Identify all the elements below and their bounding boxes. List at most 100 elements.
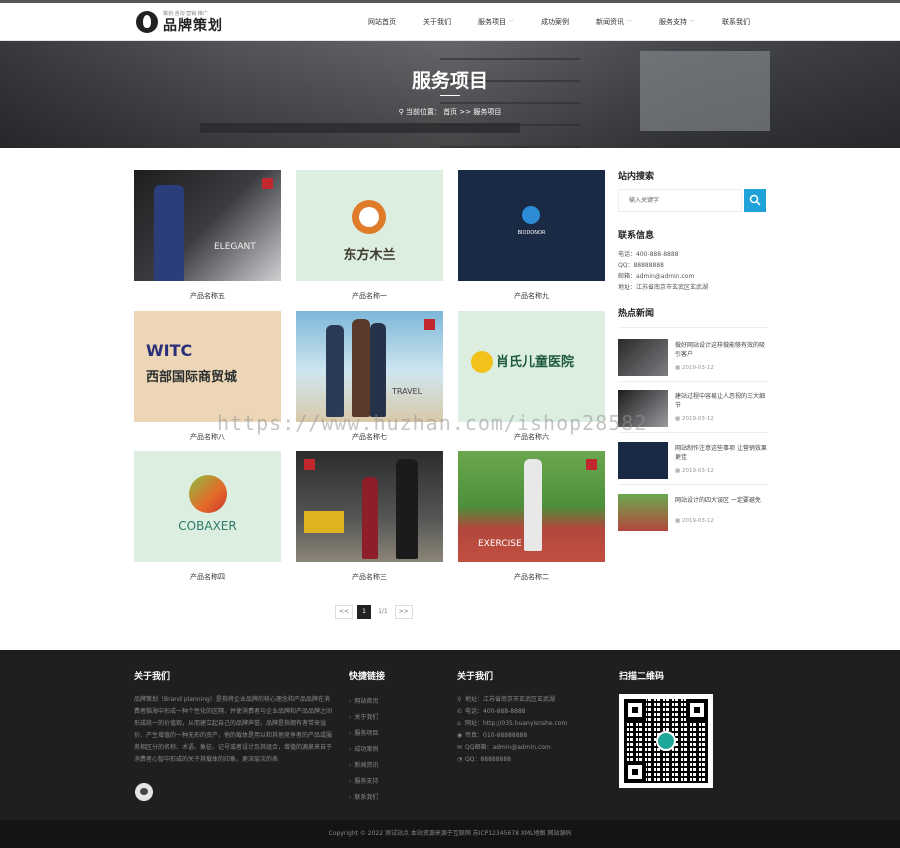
home-icon — [656, 731, 676, 751]
calendar-icon: ▦ — [675, 365, 682, 371]
contact-info: 电话：400-888-8888 QQ：88888888 邮箱：admin@adm… — [618, 249, 708, 293]
product-name[interactable]: 产品名称五 — [134, 291, 281, 301]
site-logo[interactable]: 策划·咨询·营销·推广 品牌策划 — [136, 8, 223, 36]
news-title[interactable]: 做好网站设计这样做能够有效的吸引客户 — [675, 341, 768, 359]
copyright-bar: Copyright © 2022 测试站点 本站资源来源于互联网 苏ICP123… — [0, 820, 900, 848]
footer-qr-section: 扫描二维码 — [619, 669, 664, 694]
page-info: 1/1 — [378, 608, 388, 615]
footer-about-title: 关于我们 — [134, 672, 171, 682]
news-date: ▦ 2019-03-12 — [675, 365, 714, 371]
qq-icon: ◔ — [457, 756, 463, 763]
product-image[interactable]: TRAVEL — [296, 311, 443, 422]
product-image[interactable]: ELEGANT — [134, 170, 281, 281]
product-image[interactable] — [296, 451, 443, 562]
news-item[interactable]: 做好网站设计这样做能够有效的吸引客户 ▦ 2019-03-12 — [618, 339, 768, 379]
footer-link[interactable]: › 关于我们 — [349, 710, 385, 726]
news-item[interactable]: 网站制作注意这些事项 让营销效果更佳 ▦ 2019-03-12 — [618, 442, 768, 482]
footer-contact: 关于我们 ⚲ 地址：江苏省南京市玄武区玄武湖 ✆ 电话：400-888-8888 ⌂… — [457, 669, 567, 766]
footer-link[interactable]: › 服务项目 — [349, 726, 385, 742]
nav-item-cases[interactable]: 成功案例 — [541, 17, 569, 27]
globe-logo-icon — [522, 206, 540, 224]
news-thumbnail[interactable] — [618, 339, 668, 376]
breadcrumb-home[interactable]: 首页 — [443, 108, 457, 116]
contact-qq: QQ：88888888 — [618, 262, 664, 269]
chevron-down-icon: ﹀ — [690, 20, 696, 26]
product-card[interactable]: COBAXER 产品名称四 — [134, 451, 281, 582]
news-title[interactable]: 网站设计的四大误区 一定要避免 — [675, 496, 768, 505]
footer-links-title: 快捷链接 — [349, 672, 386, 682]
weibo-icon: ◉ — [457, 732, 463, 739]
hot-news-title: 热点新闻 — [618, 309, 655, 319]
product-image[interactable]: 东方木兰 — [296, 170, 443, 281]
product-image[interactable]: COBAXER — [134, 451, 281, 562]
news-title[interactable]: 网站制作注意这些事项 让营销效果更佳 — [675, 444, 768, 462]
product-name[interactable]: 产品名称四 — [134, 572, 281, 582]
footer-contact-title: 关于我们 — [457, 672, 494, 682]
leaf-logo-icon — [189, 475, 227, 513]
product-image[interactable]: 肖氏儿童医院 — [458, 311, 605, 422]
product-image[interactable]: EXERCISE — [458, 451, 605, 562]
news-title[interactable]: 建站过程中容易让人忽视的三大细节 — [675, 392, 768, 410]
product-image[interactable]: BIODONOR — [458, 170, 605, 281]
product-name[interactable]: 产品名称一 — [296, 291, 443, 301]
page-button-current[interactable]: 1 — [357, 604, 372, 619]
footer-about: 关于我们 品牌策划（Brand planning）是指将企业品牌的核心理念和产品… — [134, 669, 334, 766]
product-card[interactable]: BIODONOR 产品名称九 — [458, 170, 605, 301]
product-image[interactable]: WITC 西部国际商贸城 — [134, 311, 281, 422]
contact-address: 地址：江苏省南京市玄武区玄武湖 — [618, 284, 709, 291]
phone-icon: ✆ — [457, 708, 463, 715]
news-thumbnail[interactable] — [618, 442, 668, 479]
product-card[interactable]: 东方木兰 产品名称一 — [296, 170, 443, 301]
taxi-image — [304, 511, 344, 533]
banner-table — [200, 123, 520, 133]
breadcrumb: ⚲ 当前位置： 首页 >> 服务项目 — [398, 108, 502, 116]
product-name[interactable]: 产品名称二 — [458, 572, 605, 582]
nav-item-home[interactable]: 网站首页 — [368, 17, 396, 27]
search-input[interactable]: 输入关键字 — [618, 189, 742, 212]
footer-link[interactable]: › 服务支持 — [349, 774, 385, 790]
contact-section-title: 联系信息 — [618, 231, 655, 241]
logo-slogan: 策划·咨询·营销·推广 — [163, 10, 208, 17]
nav-item-contact[interactable]: 联系我们 — [722, 17, 750, 27]
nav-item-news[interactable]: 新闻资讯 ﹀ — [596, 17, 632, 27]
footer-qr-title: 扫描二维码 — [619, 672, 665, 682]
contact-phone: 电话：400-888-8888 — [618, 251, 679, 258]
search-button[interactable] — [744, 189, 766, 212]
breadcrumb-current[interactable]: 服务项目 — [473, 108, 501, 116]
title-underline — [440, 95, 460, 96]
product-name[interactable]: 产品名称三 — [296, 572, 443, 582]
footer-link[interactable]: › 联系我们 — [349, 790, 385, 806]
logo-name: 品牌策划 — [163, 17, 223, 34]
home-icon: ⌂ — [457, 720, 461, 727]
footer-link[interactable]: › 新闻资讯 — [349, 758, 385, 774]
news-thumbnail[interactable] — [618, 494, 668, 531]
product-card[interactable]: EXERCISE 产品名称二 — [458, 451, 605, 582]
prev-page-button[interactable]: << — [335, 604, 354, 619]
nav-item-support[interactable]: 服务支持 ﹀ — [659, 17, 695, 27]
product-card[interactable]: ELEGANT 产品名称五 — [134, 170, 281, 301]
next-page-button[interactable]: >> — [394, 604, 413, 619]
news-date: ▦ 2019-03-12 — [675, 416, 714, 422]
pagination: << 1 1/1 >> — [335, 604, 417, 619]
qr-code — [619, 694, 713, 788]
footer-link[interactable]: › 成功案例 — [349, 742, 385, 758]
chevron-down-icon: ﹀ — [509, 20, 515, 26]
nav-item-about[interactable]: 关于我们 — [423, 17, 451, 27]
wechat-icon[interactable] — [135, 783, 153, 801]
nav-item-services[interactable]: 服务项目 ﹀ — [478, 17, 514, 27]
search-icon — [749, 194, 761, 206]
footer-link[interactable]: › 网站首页 — [349, 694, 385, 710]
product-name[interactable]: 产品名称九 — [458, 291, 605, 301]
footer-links: 快捷链接 › 网站首页 › 关于我们 › 服务项目 › 成功案例 › 新闻资讯 › 服务支持… — [349, 669, 385, 806]
footer-about-text: 品牌策划（Brand planning）是指将企业品牌的核心理念和产品品牌在消费… — [134, 696, 333, 763]
main-nav: 网站首页 关于我们 服务项目 ﹀ 成功案例 新闻资讯 ﹀ 服务支持 ﹀ 联系我们 — [368, 3, 777, 41]
news-date: ▦ 2019-03-12 — [675, 468, 714, 474]
contact-email: 邮箱：admin@admin.com — [618, 273, 695, 280]
chevron-down-icon: ﹀ — [627, 20, 633, 26]
site-header: 策划·咨询·营销·推广 品牌策划 网站首页 关于我们 服务项目 ﹀ 成功案例 新闻… — [0, 3, 900, 41]
location-icon: ⚲ — [457, 696, 462, 703]
product-card[interactable]: 产品名称三 — [296, 451, 443, 582]
search-section-title: 站内搜索 — [618, 172, 655, 182]
news-item[interactable]: 网站设计的四大误区 一定要避免 ▦ 2019-03-12 — [618, 494, 768, 534]
logo-flame-icon — [136, 11, 158, 33]
